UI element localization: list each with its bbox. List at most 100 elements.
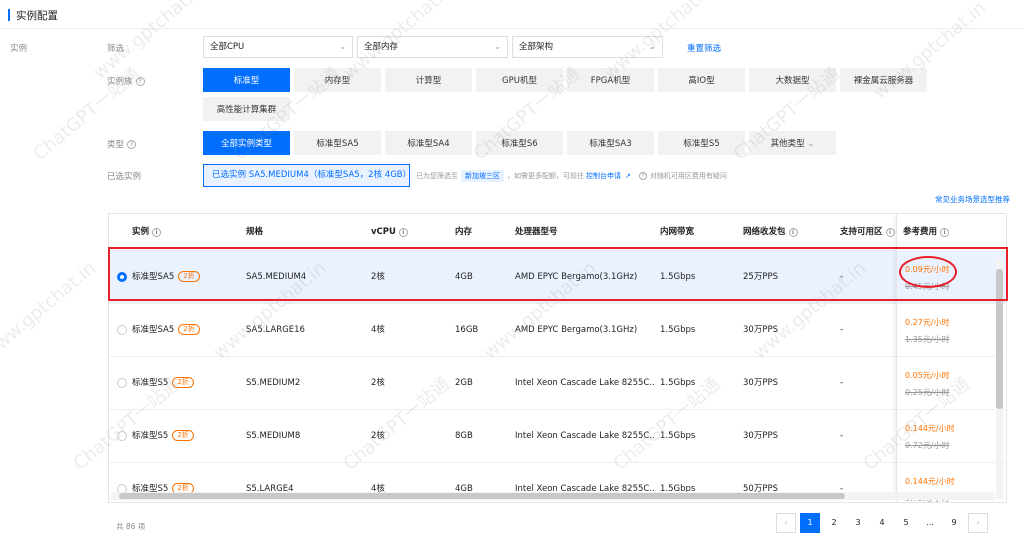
help-icon[interactable]: ? <box>638 172 647 180</box>
total-count: 共 86 项 <box>116 522 146 531</box>
page-ellipsis[interactable]: ... <box>920 513 940 533</box>
type-s6[interactable]: 标准型S6 <box>476 131 563 155</box>
cpu-select[interactable]: 全部CPU ⌄ <box>203 36 353 58</box>
cell-pps: 30万PPS <box>743 325 778 335</box>
chevron-down-icon: ⌄ <box>649 42 656 51</box>
original-price: 0.72元/小时 <box>905 441 950 450</box>
next-page-button[interactable]: › <box>968 513 988 533</box>
row-radio[interactable] <box>117 325 127 335</box>
current-price: 0.144元/小时 <box>905 424 955 433</box>
instance-name: 标准型S5 <box>132 431 169 441</box>
page-button[interactable]: 3 <box>848 513 868 533</box>
page-button[interactable]: 4 <box>872 513 892 533</box>
notice-mid: ，如需更多配额，可前往 <box>507 172 584 180</box>
family-compute[interactable]: 计算型 <box>385 68 472 92</box>
region-tag: 新加坡三区 <box>461 170 504 182</box>
family-fpga[interactable]: FPGA机型 <box>567 68 654 92</box>
price-cell: 0.144元/小时 0.72元/小时 <box>897 410 1006 463</box>
prev-page-button[interactable]: ‹ <box>776 513 796 533</box>
original-price: 0.25元/小时 <box>905 388 950 397</box>
col-vcpu: vCPU i <box>371 214 408 251</box>
col-instance-label: 实例 <box>132 227 150 237</box>
pagination: ‹ 1 2 3 4 5 ... 9 › <box>776 513 988 533</box>
info-icon[interactable]: i <box>940 228 950 237</box>
family-gpu[interactable]: GPU机型 <box>476 68 563 92</box>
cell-instance: 标准型S5 2折 <box>132 357 194 410</box>
row-radio[interactable] <box>117 378 127 388</box>
table-row[interactable]: 标准型S5 2折 S5.MEDIUM2 2核 2GB Intel Xeon Cas… <box>109 357 1006 410</box>
notice-help[interactable]: 对随机可用区费用有疑问 <box>650 171 727 181</box>
type-label-text: 类型 <box>107 140 125 150</box>
family-label: 实例族 ? <box>107 75 145 87</box>
cell-spec: S5.MEDIUM8 <box>246 431 301 441</box>
discount-badge: 2折 <box>172 377 194 388</box>
divider <box>0 28 1024 29</box>
cell-vcpu: 4核 <box>371 325 385 335</box>
cell-vcpu: 2核 <box>371 431 385 441</box>
type-sa4[interactable]: 标准型SA4 <box>385 131 472 155</box>
cell-memory: 16GB <box>455 325 479 335</box>
type-sa5[interactable]: 标准型SA5 <box>294 131 381 155</box>
accent-bar <box>8 9 10 21</box>
family-memory[interactable]: 内存型 <box>294 68 381 92</box>
cell-spec: SA5.LARGE16 <box>246 325 305 335</box>
type-other[interactable]: 其他类型 ⌄ <box>749 131 836 155</box>
cell-zone: - <box>840 325 844 335</box>
cell-instance: 标准型S5 2折 <box>132 410 194 463</box>
selected-instance: 已选实例 SA5.MEDIUM4（标准型SA5，2核 4GB） <box>203 164 411 187</box>
table-row[interactable]: 标准型S5 2折 S5.MEDIUM8 2核 8GB Intel Xeon Cas… <box>109 410 1006 463</box>
selected-label: 已选实例 <box>107 172 142 182</box>
type-sa3[interactable]: 标准型SA3 <box>567 131 654 155</box>
info-icon[interactable]: i <box>398 228 408 237</box>
cell-zone: - <box>840 378 844 388</box>
page-button[interactable]: 1 <box>800 513 820 533</box>
help-icon[interactable]: ? <box>127 139 137 149</box>
recommend-link[interactable]: 常见业务场景选型推荐 <box>935 194 1010 205</box>
discount-badge: 2折 <box>178 324 200 335</box>
cell-bandwidth: 1.5Gbps <box>660 431 696 441</box>
family-bare-metal[interactable]: 裸金属云服务器 <box>840 68 927 92</box>
cell-memory: 8GB <box>455 431 473 441</box>
horizontal-scrollbar[interactable] <box>111 492 995 500</box>
col-pps: 网络收发包 i <box>743 214 798 251</box>
memory-select[interactable]: 全部内存 ⌄ <box>357 36 508 58</box>
cell-cpu-model: Intel Xeon Cascade Lake 8255C... <box>515 431 655 441</box>
instance-name: 标准型SA5 <box>132 325 175 335</box>
page-button[interactable]: 2 <box>824 513 844 533</box>
family-big-data[interactable]: 大数据型 <box>749 68 836 92</box>
table-row[interactable]: 标准型SA5 2折 SA5.LARGE16 4核 16GB AMD EPYC Be… <box>109 304 1006 357</box>
discount-badge: 2折 <box>172 430 194 441</box>
info-icon[interactable]: i <box>885 228 895 237</box>
col-bandwidth: 内网带宽 <box>660 227 695 237</box>
highlight-rectangle <box>108 247 1008 301</box>
watermark: www.gptchat.in <box>0 257 101 364</box>
row-radio[interactable] <box>117 431 127 441</box>
type-all[interactable]: 全部实例类型 <box>203 131 290 155</box>
cell-vcpu: 2核 <box>371 378 385 388</box>
family-label-text: 实例族 <box>107 77 133 87</box>
type-other-label: 其他类型 <box>770 139 805 149</box>
type-s5[interactable]: 标准型S5 <box>658 131 745 155</box>
cell-spec: S5.MEDIUM2 <box>246 378 301 388</box>
horizontal-scroll-thumb[interactable] <box>119 493 845 499</box>
cpu-select-value: 全部CPU <box>210 42 245 52</box>
arch-select[interactable]: 全部架构 ⌄ <box>512 36 663 58</box>
chevron-down-icon: ⌄ <box>494 42 501 51</box>
console-link[interactable]: 控制台申请 <box>586 171 621 181</box>
family-high-io[interactable]: 高IO型 <box>658 68 745 92</box>
current-price: 0.05元/小时 <box>905 371 950 380</box>
type-label: 类型 ? <box>107 138 137 150</box>
chevron-down-icon: ⌄ <box>339 42 346 51</box>
arch-select-value: 全部架构 <box>519 42 554 52</box>
page-button[interactable]: 9 <box>944 513 964 533</box>
price-cell: 0.27元/小时 1.35元/小时 <box>897 304 1006 357</box>
family-standard[interactable]: 标准型 <box>203 68 290 92</box>
family-hpc[interactable]: 高性能计算集群 <box>203 97 290 121</box>
info-icon[interactable]: i <box>788 228 798 237</box>
help-icon[interactable]: ? <box>135 76 145 86</box>
info-icon[interactable]: i <box>152 228 162 237</box>
reset-filter-link[interactable]: 重置筛选 <box>687 42 721 54</box>
page-button[interactable]: 5 <box>896 513 916 533</box>
section-header: 实例配置 <box>8 8 58 22</box>
cell-cpu-model: AMD EPYC Bergamo(3.1GHz) <box>515 325 638 335</box>
